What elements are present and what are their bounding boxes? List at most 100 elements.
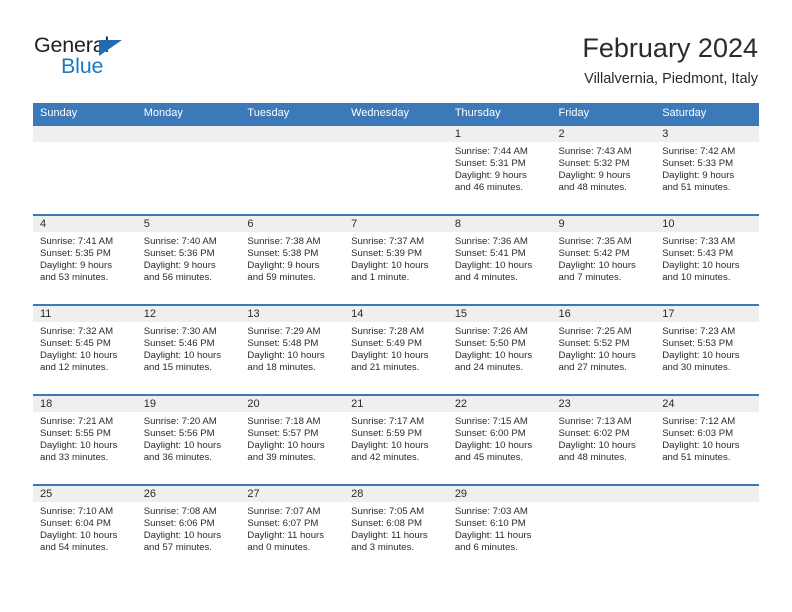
day-sun-details: Sunrise: 7:33 AM Sunset: 5:43 PM Daylight:… xyxy=(655,232,759,284)
daylight-text-line1: Daylight: 9 hours xyxy=(662,170,735,182)
calendar-day-cell-empty xyxy=(551,484,656,575)
daylight-text-line2: and 48 minutes. xyxy=(558,182,627,194)
calendar-day-cell-empty xyxy=(33,124,137,215)
calendar-day-cell[interactable]: 29 Sunrise: 7:03 AM Sunset: 6:10 PM Dayligh… xyxy=(447,484,552,575)
calendar-day-cell[interactable]: 15 Sunrise: 7:26 AM Sunset: 5:50 PM Dayligh… xyxy=(447,304,552,395)
day-cell-inner: 1 Sunrise: 7:44 AM Sunset: 5:31 PM Daylight… xyxy=(447,126,552,214)
calendar-day-cell-empty xyxy=(136,124,241,215)
day-sun-details: Sunrise: 7:41 AM Sunset: 5:35 PM Daylight:… xyxy=(33,232,137,284)
daylight-text-line2: and 45 minutes. xyxy=(454,452,524,464)
calendar-week-row: 1 Sunrise: 7:44 AM Sunset: 5:31 PM Daylight… xyxy=(33,124,759,215)
sunset-text: Sunset: 6:02 PM xyxy=(558,428,630,440)
calendar-day-cell[interactable]: 22 Sunrise: 7:15 AM Sunset: 6:00 PM Dayligh… xyxy=(447,394,552,485)
calendar-day-cell[interactable]: 12 Sunrise: 7:30 AM Sunset: 5:46 PM Dayligh… xyxy=(136,304,241,395)
calendar-day-cell[interactable]: 6 Sunrise: 7:38 AM Sunset: 5:38 PM Daylight… xyxy=(240,214,345,305)
sunset-text: Sunset: 5:38 PM xyxy=(247,248,319,260)
day-number: 14 xyxy=(344,306,448,322)
calendar-day-cell[interactable]: 20 Sunrise: 7:18 AM Sunset: 5:57 PM Dayligh… xyxy=(240,394,345,485)
sunset-text: Sunset: 5:45 PM xyxy=(40,338,111,350)
calendar-day-cell[interactable]: 26 Sunrise: 7:08 AM Sunset: 6:06 PM Dayligh… xyxy=(136,484,241,575)
day-cell-inner: 13 Sunrise: 7:29 AM Sunset: 5:48 PM Dayligh… xyxy=(240,306,345,394)
daylight-text-line2: and 57 minutes. xyxy=(143,542,212,554)
day-sun-details: Sunrise: 7:10 AM Sunset: 6:04 PM Daylight:… xyxy=(33,502,137,554)
day-sun-details: Sunrise: 7:17 AM Sunset: 5:59 PM Daylight:… xyxy=(344,412,448,464)
daylight-text-line1: Daylight: 10 hours xyxy=(454,350,533,362)
calendar-day-cell[interactable]: 1 Sunrise: 7:44 AM Sunset: 5:31 PM Daylight… xyxy=(447,124,552,215)
calendar-day-cell[interactable]: 11 Sunrise: 7:32 AM Sunset: 5:45 PM Dayligh… xyxy=(33,304,137,395)
sunset-text: Sunset: 5:32 PM xyxy=(558,158,630,170)
daylight-text-line2: and 42 minutes. xyxy=(351,452,420,464)
calendar-day-cell[interactable]: 14 Sunrise: 7:28 AM Sunset: 5:49 PM Dayligh… xyxy=(344,304,448,395)
calendar-day-cell[interactable]: 28 Sunrise: 7:05 AM Sunset: 6:08 PM Dayligh… xyxy=(344,484,448,575)
title-block: February 2024 Villalvernia, Piedmont, It… xyxy=(582,32,758,88)
calendar-day-cell[interactable]: 7 Sunrise: 7:37 AM Sunset: 5:39 PM Daylight… xyxy=(344,214,448,305)
daylight-text-line2: and 6 minutes. xyxy=(454,542,518,554)
daylight-text-line1: Daylight: 10 hours xyxy=(558,350,636,362)
daylight-text-line1: Daylight: 10 hours xyxy=(558,440,636,452)
day-sun-details: Sunrise: 7:13 AM Sunset: 6:02 PM Daylight:… xyxy=(552,412,656,464)
day-sun-details: Sunrise: 7:29 AM Sunset: 5:48 PM Daylight:… xyxy=(240,322,344,374)
sunset-text: Sunset: 5:33 PM xyxy=(662,158,734,170)
sunset-text: Sunset: 6:04 PM xyxy=(40,518,111,530)
day-sun-details: Sunrise: 7:30 AM Sunset: 5:46 PM Daylight:… xyxy=(137,322,241,374)
calendar-week-row: 4 Sunrise: 7:41 AM Sunset: 5:35 PM Daylight… xyxy=(33,214,759,305)
daylight-text-line2: and 51 minutes. xyxy=(662,182,731,194)
day-cell-inner: 21 Sunrise: 7:17 AM Sunset: 5:59 PM Dayligh… xyxy=(344,396,448,484)
daylight-text-line2: and 30 minutes. xyxy=(662,362,731,374)
day-sun-details: Sunrise: 7:44 AM Sunset: 5:31 PM Daylight:… xyxy=(448,142,552,194)
calendar-day-cell[interactable]: 9 Sunrise: 7:35 AM Sunset: 5:42 PM Daylight… xyxy=(551,214,656,305)
weekday-header-monday: Monday xyxy=(136,103,241,125)
calendar-day-cell[interactable]: 5 Sunrise: 7:40 AM Sunset: 5:36 PM Daylight… xyxy=(136,214,241,305)
sunrise-text: Sunrise: 7:32 AM xyxy=(40,326,114,337)
daylight-text-line1: Daylight: 10 hours xyxy=(351,350,429,362)
day-cell-inner: 26 Sunrise: 7:08 AM Sunset: 6:06 PM Dayligh… xyxy=(136,486,241,575)
calendar-day-cell[interactable]: 3 Sunrise: 7:42 AM Sunset: 5:33 PM Daylight… xyxy=(655,124,759,215)
day-cell-inner: 17 Sunrise: 7:23 AM Sunset: 5:53 PM Dayligh… xyxy=(655,306,759,394)
calendar-day-cell[interactable]: 27 Sunrise: 7:07 AM Sunset: 6:07 PM Dayligh… xyxy=(240,484,345,575)
daylight-text-line2: and 46 minutes. xyxy=(454,182,524,194)
sunrise-text: Sunrise: 7:18 AM xyxy=(247,416,321,427)
daylight-text-line2: and 0 minutes. xyxy=(247,542,311,554)
calendar-day-cell[interactable]: 19 Sunrise: 7:20 AM Sunset: 5:56 PM Dayligh… xyxy=(136,394,241,485)
calendar-day-cell[interactable]: 24 Sunrise: 7:12 AM Sunset: 6:03 PM Dayligh… xyxy=(655,394,759,485)
sunrise-text: Sunrise: 7:44 AM xyxy=(454,146,528,157)
day-number: 19 xyxy=(136,396,241,412)
daylight-text-line2: and 10 minutes. xyxy=(662,272,731,284)
sunset-text: Sunset: 6:10 PM xyxy=(454,518,526,530)
daylight-text-line1: Daylight: 11 hours xyxy=(454,530,532,542)
calendar-day-cell[interactable]: 17 Sunrise: 7:23 AM Sunset: 5:53 PM Dayligh… xyxy=(655,304,759,395)
weekday-header-row: Sunday Monday Tuesday Wednesday Thursday Frid… xyxy=(33,103,759,125)
calendar-day-cell[interactable]: 23 Sunrise: 7:13 AM Sunset: 6:02 PM Dayligh… xyxy=(551,394,656,485)
calendar-day-cell[interactable]: 25 Sunrise: 7:10 AM Sunset: 6:04 PM Dayligh… xyxy=(33,484,137,575)
calendar-day-cell[interactable]: 18 Sunrise: 7:21 AM Sunset: 5:55 PM Dayligh… xyxy=(33,394,137,485)
sunrise-text: Sunrise: 7:25 AM xyxy=(558,326,632,337)
calendar-day-cell-empty xyxy=(655,484,759,575)
general-blue-logo[interactable]: General Blue xyxy=(34,33,234,85)
day-number: 29 xyxy=(447,486,552,502)
calendar-day-cell[interactable]: 4 Sunrise: 7:41 AM Sunset: 5:35 PM Daylight… xyxy=(33,214,137,305)
daylight-text-line2: and 24 minutes. xyxy=(454,362,524,374)
day-number: 10 xyxy=(655,216,759,232)
calendar-header-row: Sunday Monday Tuesday Wednesday Thursday Frid… xyxy=(33,103,759,125)
calendar-day-cell[interactable]: 13 Sunrise: 7:29 AM Sunset: 5:48 PM Dayligh… xyxy=(240,304,345,395)
daylight-text-line2: and 33 minutes. xyxy=(40,452,109,464)
daylight-text-line2: and 36 minutes. xyxy=(143,452,212,464)
sunset-text: Sunset: 6:07 PM xyxy=(247,518,319,530)
daylight-text-line1: Daylight: 10 hours xyxy=(247,440,325,452)
daylight-text-line2: and 3 minutes. xyxy=(351,542,415,554)
calendar-day-cell[interactable]: 10 Sunrise: 7:33 AM Sunset: 5:43 PM Dayligh… xyxy=(655,214,759,305)
calendar-day-cell[interactable]: 16 Sunrise: 7:25 AM Sunset: 5:52 PM Dayligh… xyxy=(551,304,656,395)
sunrise-text: Sunrise: 7:15 AM xyxy=(454,416,528,427)
day-number xyxy=(344,126,448,142)
sunset-text: Sunset: 6:06 PM xyxy=(143,518,215,530)
weekday-header-wednesday: Wednesday xyxy=(344,103,448,125)
sunset-text: Sunset: 5:50 PM xyxy=(454,338,526,350)
calendar-day-cell[interactable]: 21 Sunrise: 7:17 AM Sunset: 5:59 PM Dayligh… xyxy=(344,394,448,485)
sunset-text: Sunset: 5:56 PM xyxy=(143,428,215,440)
daylight-text-line2: and 59 minutes. xyxy=(247,272,316,284)
sunset-text: Sunset: 6:00 PM xyxy=(454,428,526,440)
daylight-text-line2: and 15 minutes. xyxy=(143,362,212,374)
calendar-day-cell[interactable]: 8 Sunrise: 7:36 AM Sunset: 5:41 PM Daylight… xyxy=(447,214,552,305)
weekday-header-sunday: Sunday xyxy=(33,103,137,125)
calendar-day-cell[interactable]: 2 Sunrise: 7:43 AM Sunset: 5:32 PM Daylight… xyxy=(551,124,656,215)
